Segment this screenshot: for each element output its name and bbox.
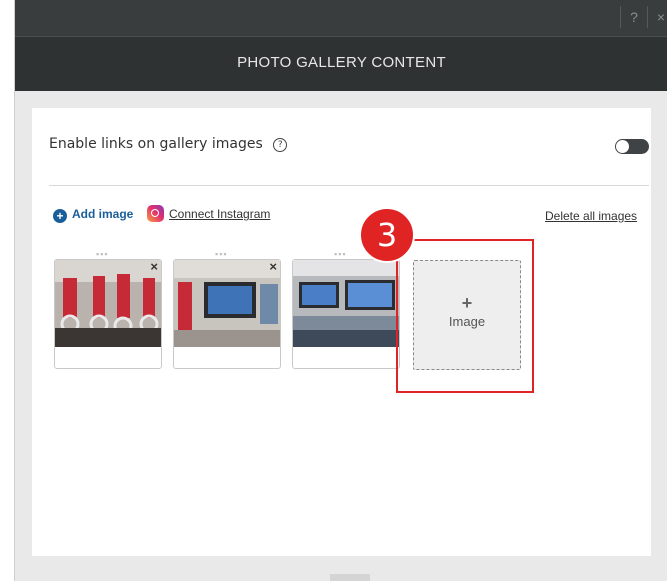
divider [49, 185, 649, 186]
help-circle-icon[interactable]: ? [273, 138, 288, 152]
panel-header: PHOTO GALLERY CONTENT [15, 36, 667, 91]
drag-handle[interactable]: ▪▪▪ [96, 249, 109, 259]
remove-image-button[interactable]: × [150, 259, 158, 274]
step-number-badge: 3 [359, 207, 415, 263]
instagram-icon [147, 205, 164, 222]
plus-circle-icon: + [53, 209, 67, 223]
connect-instagram-button[interactable]: Connect Instagram [147, 205, 270, 222]
train-monitor-photo [174, 260, 280, 347]
gallery-image-1[interactable]: × [54, 259, 162, 369]
add-image-button[interactable]: + Add image [53, 207, 133, 223]
gallery-content: Enable links on gallery images ? + Add im… [32, 108, 651, 556]
train-interior-photo [55, 260, 161, 347]
close-button[interactable]: × [647, 6, 667, 28]
delete-all-images-link[interactable]: Delete all images [545, 209, 637, 223]
gallery-image-2[interactable]: × [173, 259, 281, 369]
toggle-knob [616, 140, 629, 153]
gallery-image-3[interactable] [292, 259, 400, 369]
drag-handle[interactable]: ▪▪▪ [334, 249, 347, 259]
drag-handle[interactable]: ▪▪▪ [215, 249, 228, 259]
highlight-box [396, 239, 534, 393]
add-image-label: Add image [72, 207, 134, 221]
photo-gallery-panel: ? × PHOTO GALLERY CONTENT Enable links o… [14, 0, 667, 581]
enable-links-setting: Enable links on gallery images ? [49, 136, 288, 152]
panel-title: PHOTO GALLERY CONTENT [237, 54, 446, 71]
help-button[interactable]: ? [620, 6, 647, 28]
train-displays-photo [293, 260, 399, 347]
remove-image-button[interactable]: × [269, 259, 277, 274]
scroll-indicator [330, 574, 370, 581]
window-toolbar: ? × [15, 0, 667, 36]
enable-links-toggle[interactable] [615, 139, 649, 154]
enable-links-label: Enable links on gallery images [49, 136, 263, 152]
connect-instagram-label: Connect Instagram [169, 207, 271, 221]
